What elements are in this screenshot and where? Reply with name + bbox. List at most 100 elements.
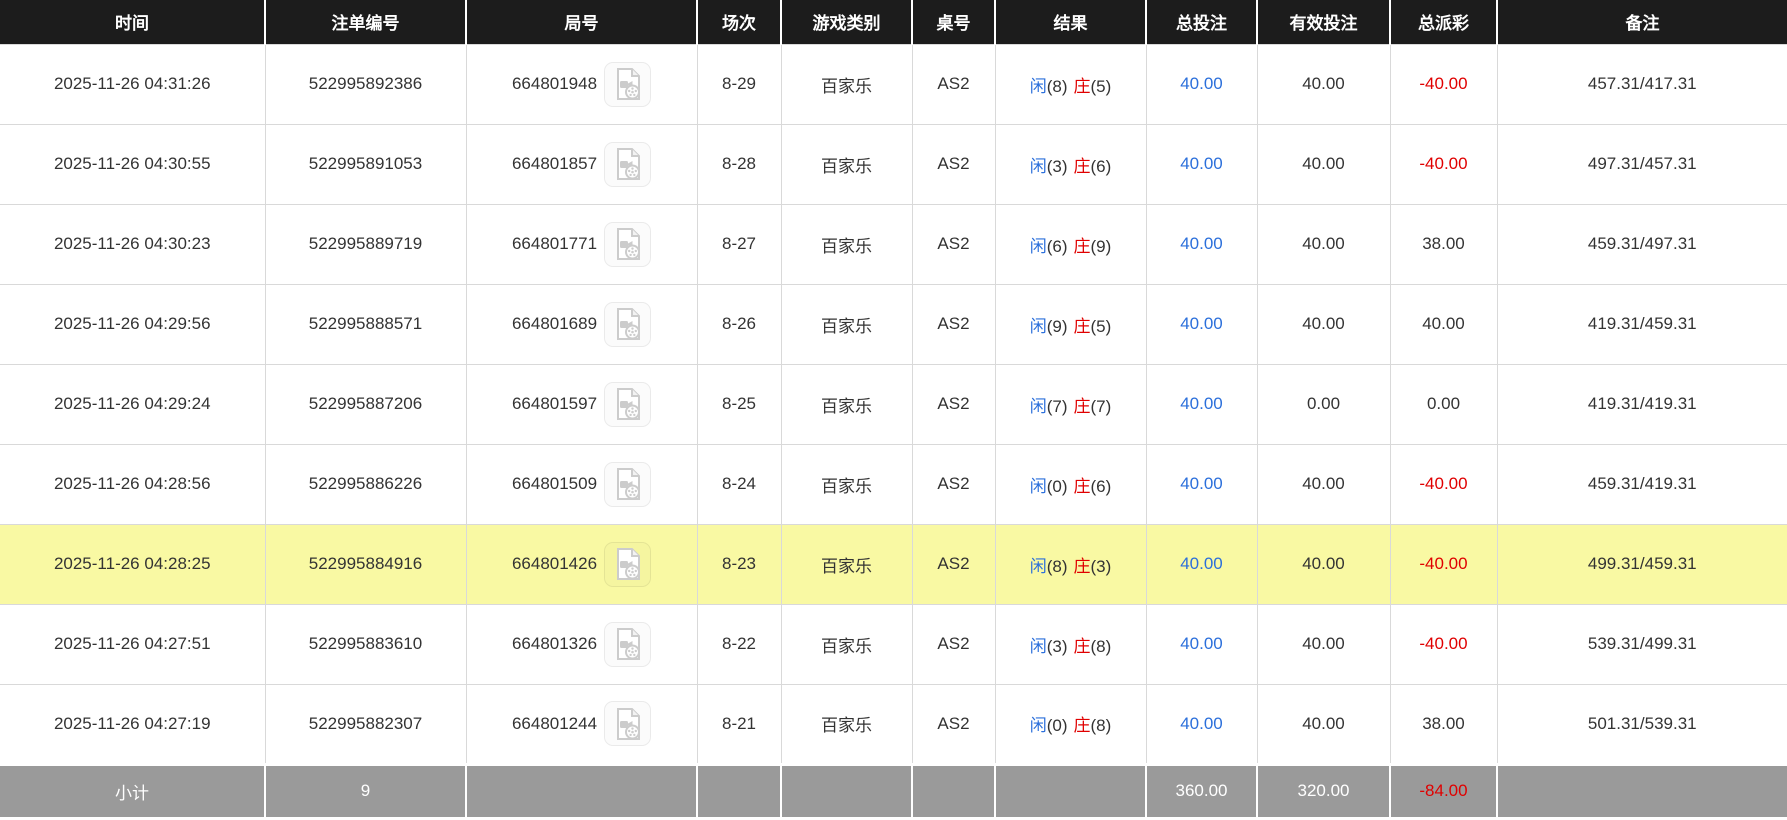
summary-empty-result	[994, 762, 1146, 817]
result-banker: 庄(9)	[1073, 236, 1112, 256]
video-replay-button[interactable]	[604, 61, 652, 107]
cell-total-bet: 40.00	[1145, 443, 1258, 525]
cell-total-bet: 40.00	[1145, 683, 1258, 765]
cell-bet-id: 522995883610	[264, 603, 467, 685]
cell-round-id: 664801426	[465, 523, 698, 605]
col-header-total-payout: 总派彩	[1389, 0, 1497, 44]
cell-round-id: 664801326	[465, 603, 698, 685]
cell-result: 闲(3) 庄(6)	[994, 123, 1147, 205]
col-header-round-id: 局号	[465, 0, 697, 44]
cell-table-id: AS2	[911, 443, 996, 525]
cell-session: 8-21	[696, 683, 782, 765]
summary-total-payout: -84.00	[1389, 762, 1497, 817]
cell-bet-id: 522995887206	[264, 363, 467, 445]
cell-remark: 459.31/419.31	[1496, 443, 1787, 525]
cell-valid-bet: 40.00	[1256, 123, 1391, 205]
video-replay-button[interactable]	[604, 221, 652, 267]
table-row[interactable]: 2025-11-26 04:31:26 522995892386 6648019…	[0, 43, 1787, 125]
result-player: 闲(0)	[1029, 716, 1068, 735]
table-row[interactable]: 2025-11-26 04:27:19 522995882307 6648012…	[0, 683, 1787, 765]
summary-empty-round	[465, 762, 697, 817]
col-header-remark: 备注	[1496, 0, 1787, 44]
table-row[interactable]: 2025-11-26 04:27:51 522995883610 6648013…	[0, 603, 1787, 685]
table-row[interactable]: 2025-11-26 04:29:24 522995887206 6648015…	[0, 363, 1787, 445]
cell-session: 8-22	[696, 603, 782, 685]
cell-table-id: AS2	[911, 683, 996, 765]
cell-total-payout: -40.00	[1389, 523, 1498, 605]
result-player: 闲(7)	[1029, 396, 1068, 416]
video-replay-button[interactable]	[604, 621, 652, 667]
cell-table-id: AS2	[911, 123, 996, 205]
cell-remark: 501.31/539.31	[1496, 683, 1787, 765]
result-banker: 庄(8)	[1073, 636, 1112, 656]
cell-result: 闲(6) 庄(9)	[994, 203, 1147, 285]
cell-game-type: 百家乐	[780, 123, 913, 205]
video-file-icon	[616, 388, 640, 420]
cell-total-payout: 38.00	[1389, 683, 1498, 765]
cell-result: 闲(3) 庄(8)	[994, 603, 1147, 685]
result-player: 闲(0)	[1029, 476, 1068, 496]
cell-total-payout: -40.00	[1389, 43, 1498, 125]
video-file-icon	[616, 228, 640, 260]
summary-empty-table-id	[911, 762, 995, 817]
cell-game-type: 百家乐	[780, 523, 913, 605]
cell-total-payout: -40.00	[1389, 443, 1498, 525]
video-replay-button[interactable]	[604, 461, 652, 507]
col-header-total-bet: 总投注	[1145, 0, 1257, 44]
cell-valid-bet: 40.00	[1256, 283, 1391, 365]
cell-total-payout: 38.00	[1389, 203, 1498, 285]
cell-valid-bet: 0.00	[1256, 363, 1391, 445]
cell-remark: 459.31/497.31	[1496, 203, 1787, 285]
cell-remark: 499.31/459.31	[1496, 523, 1787, 605]
video-replay-button[interactable]	[604, 141, 652, 187]
cell-session: 8-28	[696, 123, 782, 205]
cell-valid-bet: 40.00	[1256, 443, 1391, 525]
video-replay-button[interactable]	[604, 301, 652, 347]
cell-time: 2025-11-26 04:27:51	[0, 603, 266, 685]
cell-bet-id: 522995882307	[264, 683, 467, 765]
video-replay-button[interactable]	[604, 381, 652, 427]
cell-bet-id: 522995888571	[264, 283, 467, 365]
cell-time: 2025-11-26 04:28:25	[0, 523, 266, 605]
cell-total-bet: 40.00	[1145, 283, 1258, 365]
table-row[interactable]: 2025-11-26 04:28:56 522995886226 6648015…	[0, 443, 1787, 525]
cell-time: 2025-11-26 04:29:24	[0, 363, 266, 445]
round-id: 664801509	[511, 474, 598, 493]
cell-session: 8-26	[696, 283, 782, 365]
cell-round-id: 664801597	[465, 363, 698, 445]
cell-session: 8-24	[696, 443, 782, 525]
cell-result: 闲(0) 庄(8)	[994, 683, 1147, 765]
cell-time: 2025-11-26 04:31:26	[0, 43, 266, 125]
result-player: 闲(8)	[1029, 76, 1068, 96]
result-banker: 庄(3)	[1073, 556, 1112, 576]
summary-valid-bet: 320.00	[1256, 762, 1390, 817]
result-banker: 庄(6)	[1073, 476, 1112, 496]
cell-total-payout: 0.00	[1389, 363, 1498, 445]
table-row[interactable]: 2025-11-26 04:30:55 522995891053 6648018…	[0, 123, 1787, 205]
cell-result: 闲(8) 庄(3)	[994, 523, 1147, 605]
summary-empty-session	[696, 762, 781, 817]
cell-session: 8-27	[696, 203, 782, 285]
cell-result: 闲(7) 庄(7)	[994, 363, 1147, 445]
video-file-icon	[616, 308, 640, 340]
video-replay-button[interactable]	[604, 541, 652, 587]
cell-bet-id: 522995891053	[264, 123, 467, 205]
cell-total-bet: 40.00	[1145, 363, 1258, 445]
table-row[interactable]: 2025-11-26 04:29:56 522995888571 6648016…	[0, 283, 1787, 365]
round-id: 664801771	[511, 234, 598, 253]
cell-total-bet: 40.00	[1145, 523, 1258, 605]
table-body: 2025-11-26 04:31:26 522995892386 6648019…	[0, 43, 1787, 765]
result-player: 闲(3)	[1029, 636, 1068, 656]
round-id: 664801597	[511, 394, 598, 413]
cell-game-type: 百家乐	[780, 43, 913, 125]
round-id: 664801948	[511, 74, 598, 93]
table-row[interactable]: 2025-11-26 04:30:23 522995889719 6648017…	[0, 203, 1787, 285]
summary-total-bet: 360.00	[1145, 762, 1257, 817]
cell-valid-bet: 40.00	[1256, 203, 1391, 285]
cell-time: 2025-11-26 04:27:19	[0, 683, 266, 765]
cell-round-id: 664801948	[465, 43, 698, 125]
video-replay-button[interactable]	[604, 701, 652, 746]
table-row[interactable]: 2025-11-26 04:28:25 522995884916 6648014…	[0, 523, 1787, 605]
result-player: 闲(8)	[1029, 556, 1068, 576]
cell-table-id: AS2	[911, 363, 996, 445]
